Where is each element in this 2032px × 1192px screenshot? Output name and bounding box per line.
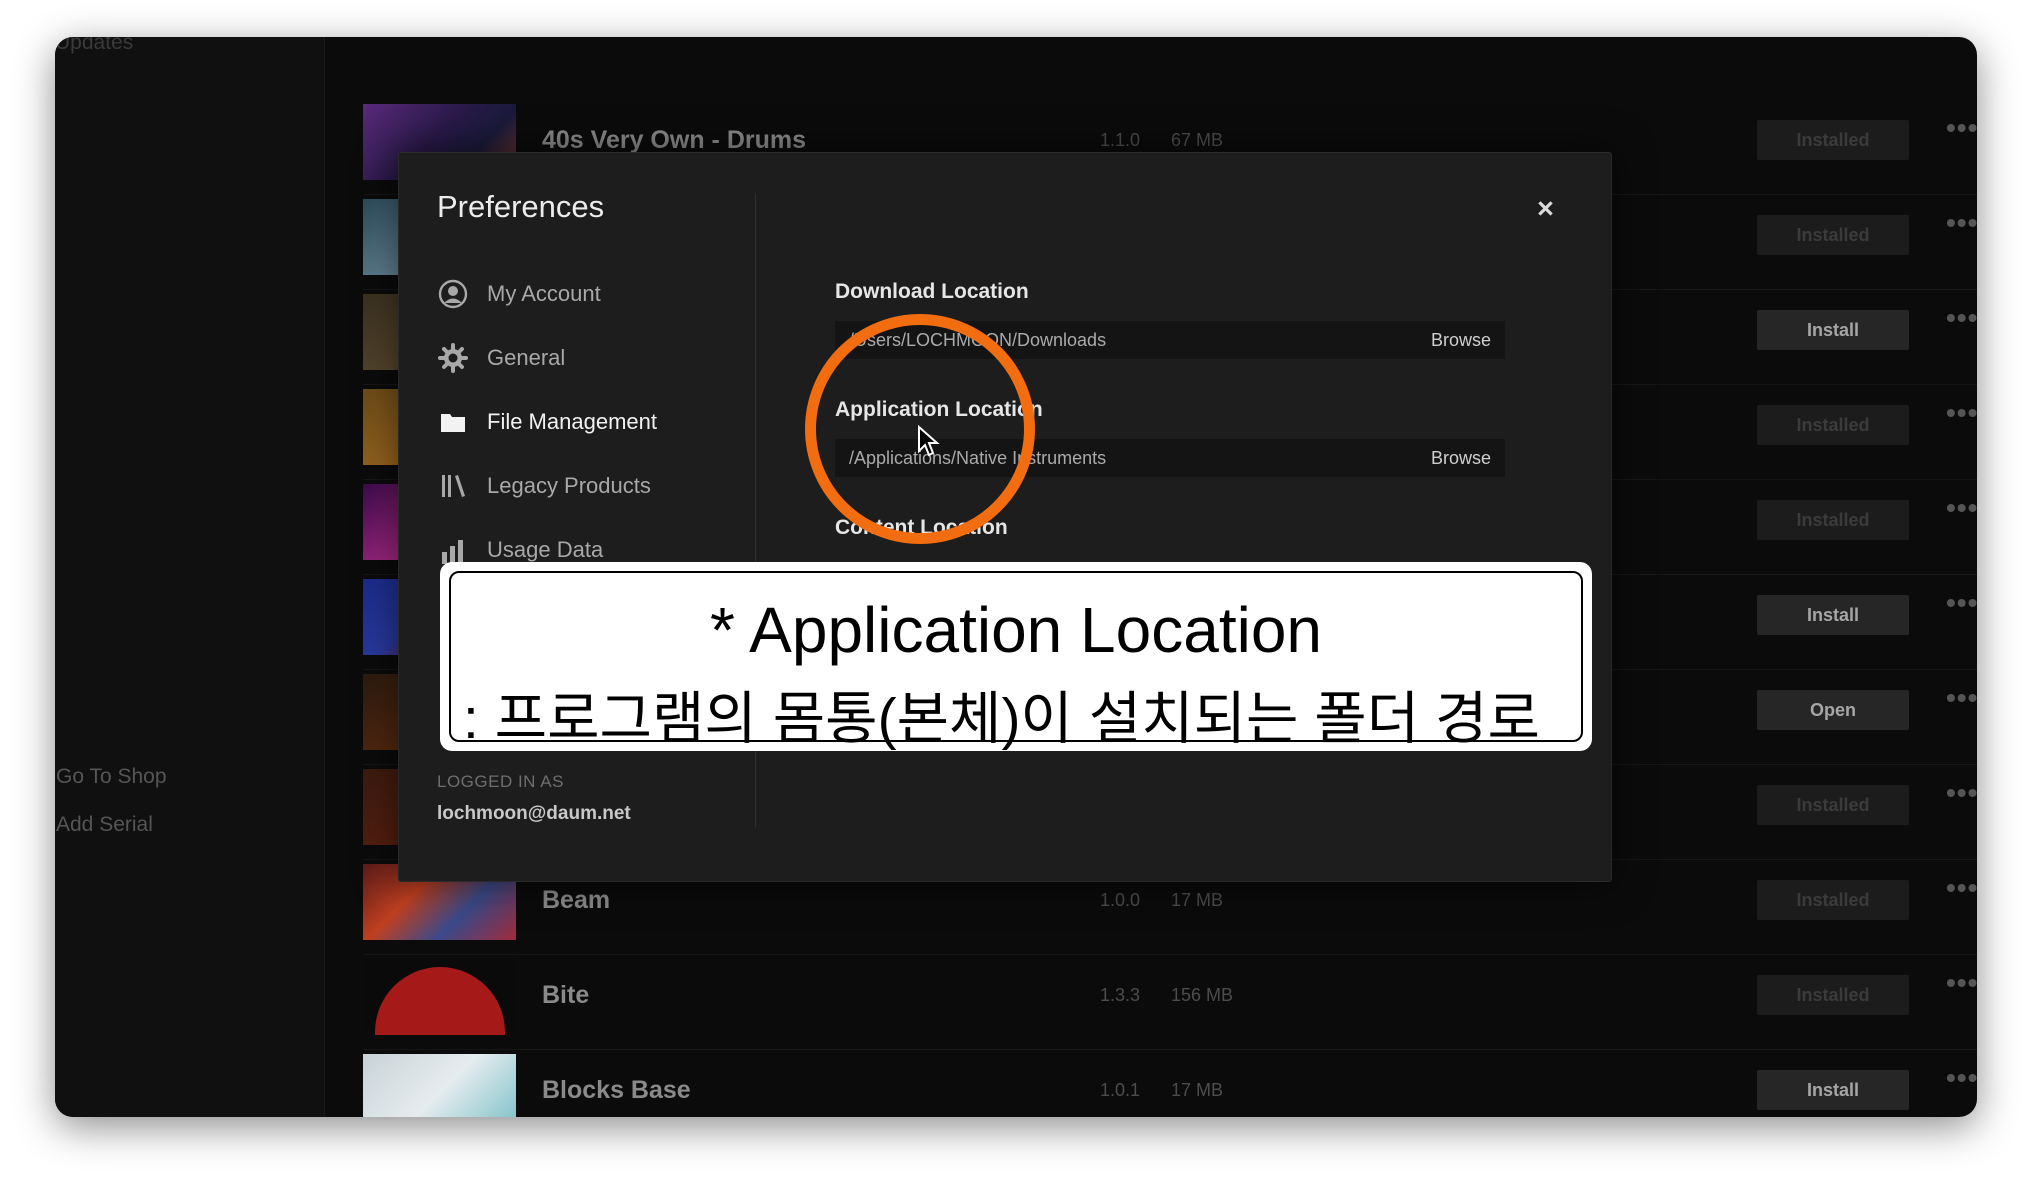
product-action-button[interactable]: Installed: [1757, 405, 1909, 445]
more-options-icon[interactable]: •••: [1946, 397, 1977, 429]
product-action-button[interactable]: Install: [1757, 1070, 1909, 1110]
product-version: 1.1.0: [1100, 130, 1141, 150]
bite-logo-shape: [375, 967, 505, 1035]
folder-icon: [441, 414, 465, 432]
product-name: Blocks Base: [542, 1076, 691, 1104]
highlight-circle: [805, 314, 1035, 544]
sidebar-title-updates[interactable]: Updates: [55, 37, 133, 55]
go-to-shop-link[interactable]: Go To Shop: [56, 765, 167, 789]
product-action-button[interactable]: Installed: [1757, 785, 1909, 825]
caption-box: * Application Location : 프로그램의 몸통(본체)이 설…: [440, 562, 1592, 751]
library-icon: [442, 475, 465, 497]
nav-label: Usage Data: [487, 537, 604, 562]
more-options-icon[interactable]: •••: [1946, 967, 1977, 999]
product-size: 17 MB: [1171, 1080, 1224, 1100]
product-thumbnail: [363, 959, 516, 1035]
product-action-button[interactable]: Installed: [1757, 120, 1909, 160]
preferences-dialog: Preferences × My Account General File Ma…: [398, 152, 1612, 882]
product-name: 40s Very Own - Drums: [542, 126, 807, 154]
product-row: Bite 1.3.3 156 MB Installed •••: [363, 955, 1977, 1050]
product-thumbnail: [363, 1054, 516, 1117]
more-options-icon[interactable]: •••: [1946, 872, 1977, 904]
close-icon[interactable]: ×: [1537, 193, 1554, 226]
nav-label: File Management: [487, 409, 657, 434]
more-options-icon[interactable]: •••: [1946, 682, 1977, 714]
nav-label: Legacy Products: [487, 473, 651, 498]
product-action-button[interactable]: Open: [1757, 690, 1909, 730]
more-options-icon[interactable]: •••: [1946, 587, 1977, 619]
product-action-button[interactable]: Installed: [1757, 975, 1909, 1015]
download-location-label: Download Location: [835, 280, 1029, 303]
product-action-button[interactable]: Install: [1757, 595, 1909, 635]
product-name: Beam: [542, 886, 611, 914]
product-action-button[interactable]: Installed: [1757, 880, 1909, 920]
product-version: 1.3.3: [1100, 985, 1141, 1005]
product-version: 1.0.0: [1100, 890, 1141, 910]
more-options-icon[interactable]: •••: [1946, 207, 1977, 239]
download-browse-button[interactable]: Browse: [1431, 330, 1491, 351]
product-size: 156 MB: [1171, 985, 1234, 1005]
logged-in-email: lochmoon@daum.net: [437, 803, 631, 824]
product-name: Bite: [542, 981, 590, 1009]
product-action-button[interactable]: Install: [1757, 310, 1909, 350]
add-serial-link[interactable]: Add Serial: [56, 813, 153, 837]
sidebar: Updates Go To Shop Add Serial: [55, 37, 325, 1117]
more-options-icon[interactable]: •••: [1946, 112, 1977, 144]
caption-border: * Application Location : 프로그램의 몸통(본체)이 설…: [449, 571, 1583, 751]
product-size: 17 MB: [1171, 890, 1224, 910]
product-action-button[interactable]: Installed: [1757, 215, 1909, 255]
nav-label: My Account: [487, 281, 601, 306]
product-version: 1.0.1: [1100, 1080, 1141, 1100]
product-row: Blocks Base 1.0.1 17 MB Install •••: [363, 1050, 1977, 1117]
more-options-icon[interactable]: •••: [1946, 492, 1977, 524]
more-options-icon[interactable]: •••: [1946, 302, 1977, 334]
nav-label: General: [487, 345, 566, 370]
more-options-icon[interactable]: •••: [1946, 777, 1977, 809]
logged-in-label: LOGGED IN AS: [437, 772, 564, 791]
caption-description: : 프로그램의 몸통(본체)이 설치되는 폴더 경로: [463, 687, 1540, 751]
account-icon: [438, 279, 468, 309]
caption-title: * Application Location: [710, 594, 1322, 666]
preferences-title: Preferences: [437, 189, 605, 224]
product-action-button[interactable]: Installed: [1757, 500, 1909, 540]
gear-icon: [438, 343, 468, 373]
product-size: 67 MB: [1171, 130, 1224, 150]
application-browse-button[interactable]: Browse: [1431, 448, 1491, 469]
more-options-icon[interactable]: •••: [1946, 1062, 1977, 1094]
